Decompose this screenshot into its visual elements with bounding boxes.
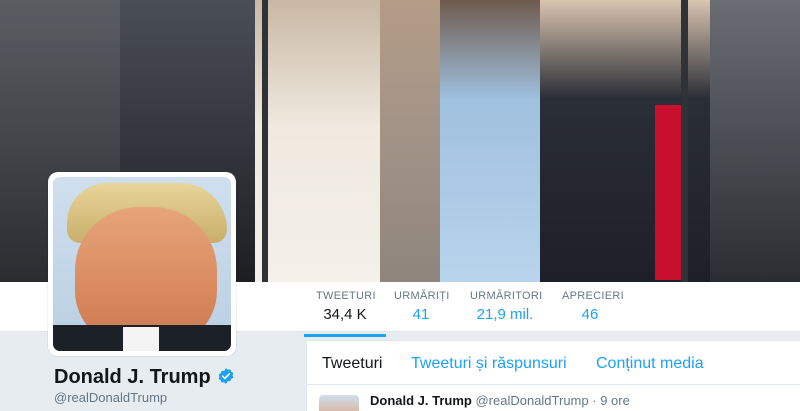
stat-followers[interactable]: URMĂRITORI 21,9 mil. bbox=[470, 290, 543, 323]
tweet-avatar[interactable] bbox=[319, 395, 359, 411]
profile-name-row: Donald J. Trump bbox=[54, 366, 235, 389]
verified-badge-icon bbox=[218, 368, 234, 385]
header-photo-region bbox=[710, 0, 800, 282]
header-photo-detail bbox=[681, 0, 688, 282]
tab-tweets[interactable]: Tweeturi bbox=[322, 355, 382, 373]
tweet-handle[interactable]: @realDonaldTrump bbox=[475, 393, 588, 408]
stat-following-label: URMĂRIȚI bbox=[394, 290, 450, 302]
stat-followers-label: URMĂRITORI bbox=[470, 290, 543, 302]
stat-likes[interactable]: APRECIERI 46 bbox=[562, 290, 624, 323]
tweet-item[interactable]: Donald J. Trump @realDonaldTrump · 9 ore bbox=[307, 385, 800, 411]
stat-tweets[interactable]: TWEETURI 34,4 K bbox=[304, 290, 386, 337]
tweet-header: Donald J. Trump @realDonaldTrump · 9 ore bbox=[370, 393, 630, 408]
stat-following[interactable]: URMĂRIȚI 41 bbox=[394, 290, 450, 323]
tab-tweets-and-replies[interactable]: Tweeturi și răspunsuri bbox=[411, 355, 567, 373]
tweet-time[interactable]: 9 ore bbox=[600, 393, 630, 408]
stat-likes-value: 46 bbox=[581, 306, 599, 323]
profile-card: Donald J. Trump @realDonaldTrump bbox=[0, 332, 300, 411]
profile-avatar[interactable] bbox=[48, 172, 236, 356]
stat-followers-value: 21,9 mil. bbox=[476, 306, 534, 323]
stat-following-value: 41 bbox=[412, 306, 430, 323]
header-photo-detail bbox=[262, 0, 268, 282]
timeline: Tweeturi Tweeturi și răspunsuri Conținut… bbox=[306, 340, 800, 411]
avatar-image bbox=[53, 177, 231, 351]
stat-tweets-label: TWEETURI bbox=[316, 290, 376, 302]
tab-media[interactable]: Conținut media bbox=[596, 355, 704, 373]
profile-handle[interactable]: @realDonaldTrump bbox=[54, 390, 167, 405]
profile-page: TWEETURI 34,4 K URMĂRIȚI 41 URMĂRITORI 2… bbox=[0, 0, 800, 411]
profile-name[interactable]: Donald J. Trump bbox=[54, 366, 211, 388]
header-photo-region bbox=[540, 0, 730, 282]
stat-tweets-value: 34,4 K bbox=[323, 306, 367, 323]
tweet-separator: · bbox=[592, 393, 597, 408]
stat-likes-label: APRECIERI bbox=[562, 290, 624, 302]
header-photo-detail bbox=[655, 105, 681, 280]
tweet-author[interactable]: Donald J. Trump bbox=[370, 393, 472, 408]
timeline-tabs: Tweeturi Tweeturi și răspunsuri Conținut… bbox=[307, 341, 800, 385]
